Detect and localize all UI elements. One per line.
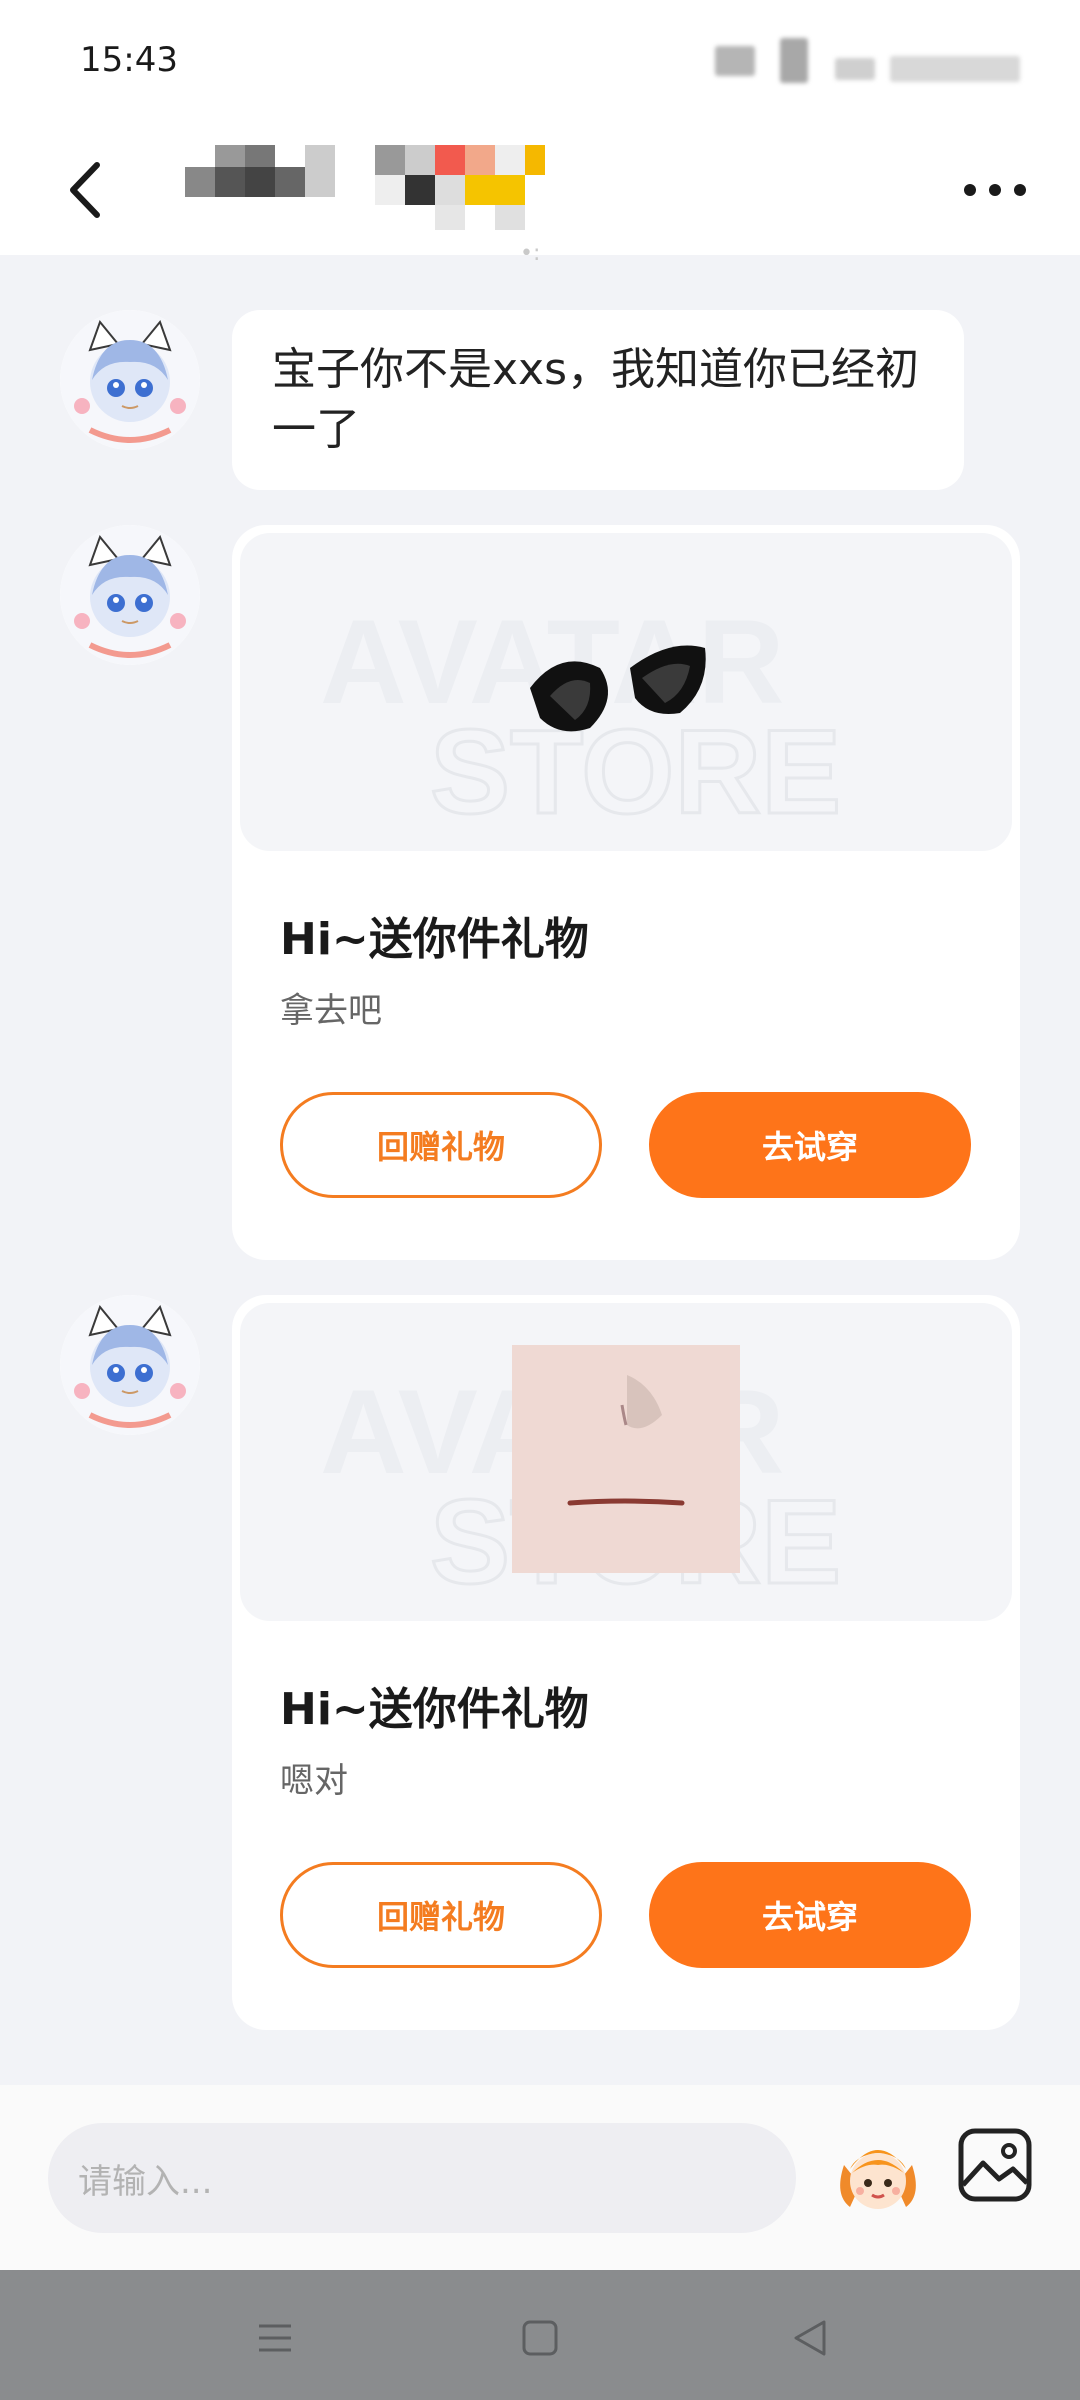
- anime-girl-avatar-icon: [60, 525, 200, 665]
- status-icons: [715, 38, 1025, 88]
- message-input[interactable]: 请输入...: [48, 2123, 796, 2233]
- home-button[interactable]: [510, 2308, 570, 2368]
- cat-ears-icon: [530, 645, 706, 732]
- return-gift-button[interactable]: 回赠礼物: [280, 1092, 602, 1198]
- more-horizontal-icon: [964, 184, 1026, 196]
- square-icon: [522, 2320, 558, 2356]
- back-nav-button[interactable]: [780, 2308, 840, 2368]
- anime-girl-avatar-icon: [60, 1295, 200, 1435]
- gift-title: Hi~送你件礼物: [280, 914, 589, 965]
- chevron-left-icon: [70, 162, 100, 218]
- chat-header: [0, 125, 1080, 255]
- pixelated-name: [185, 145, 545, 230]
- text-message-bubble[interactable]: 宝子你不是xxs，我知道你已经初一了: [232, 310, 964, 490]
- more-options-button[interactable]: [960, 160, 1030, 220]
- gift-preview[interactable]: AVATAR STORE: [240, 533, 1012, 851]
- gift-preview[interactable]: AVATAR STORE: [240, 1303, 1012, 1621]
- recent-apps-button[interactable]: [245, 2308, 305, 2368]
- message-text: 宝子你不是xxs，我知道你已经初一了: [272, 344, 920, 455]
- mascot-emoji-icon: [840, 2150, 916, 2209]
- gift-message: 嗯对: [280, 1761, 348, 1801]
- message-list[interactable]: •: 宝子你不是xxs，我知道你已经初一了 AVATAR STORE Hi~送你…: [0, 241, 1080, 2085]
- gift-card[interactable]: AVATAR STORE Hi~送你件礼物 拿去吧 回赠礼物 去试穿: [232, 525, 1020, 1260]
- gift-card[interactable]: AVATAR STORE Hi~送你件礼物 嗯对 回赠礼物 去试穿: [232, 1295, 1020, 2030]
- image-icon: [958, 2128, 1032, 2202]
- triangle-back-icon: [794, 2320, 826, 2356]
- try-on-button[interactable]: 去试穿: [649, 1092, 971, 1198]
- gift-message: 拿去吧: [280, 991, 382, 1031]
- sender-avatar[interactable]: [60, 310, 200, 450]
- timestamp-fragment: •:: [520, 241, 541, 266]
- gift-title: Hi~送你件礼物: [280, 1684, 589, 1735]
- back-button[interactable]: [55, 155, 125, 225]
- input-bar: 请输入...: [0, 2085, 1080, 2270]
- return-gift-button[interactable]: 回赠礼物: [280, 1862, 602, 1968]
- sender-avatar[interactable]: [60, 525, 200, 665]
- input-placeholder: 请输入...: [78, 2161, 213, 2202]
- system-nav-bar: [0, 2270, 1080, 2400]
- image-picker-button[interactable]: [955, 2125, 1035, 2205]
- contact-name[interactable]: [185, 145, 625, 235]
- try-on-button[interactable]: 去试穿: [649, 1862, 971, 1968]
- sender-avatar[interactable]: [60, 1295, 200, 1435]
- anime-girl-avatar-icon: [60, 310, 200, 450]
- emoji-button[interactable]: [830, 2125, 926, 2221]
- status-bar: 15:43: [0, 0, 1080, 125]
- status-time: 15:43: [80, 40, 178, 80]
- face-item-icon: [512, 1345, 740, 1573]
- menu-icon: [259, 2324, 291, 2352]
